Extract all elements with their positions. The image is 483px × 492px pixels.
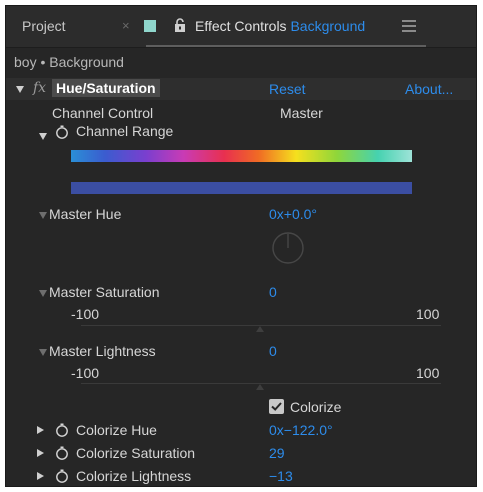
lock-icon[interactable] (174, 18, 186, 32)
master-saturation-max: 100 (416, 306, 440, 322)
channel-range-expand-triangle-icon[interactable] (39, 133, 47, 140)
colorize-checkbox[interactable] (269, 399, 284, 414)
channel-control-dropdown[interactable]: Master (280, 105, 323, 121)
master-hue-expand-triangle-icon[interactable] (39, 212, 47, 219)
master-hue-value[interactable]: 0x+0.0° (269, 206, 317, 222)
colorize-lightness-expand-triangle-icon[interactable] (37, 472, 44, 480)
reset-button[interactable]: Reset (269, 81, 306, 97)
tab-effect-controls-layer: Background (290, 18, 366, 34)
panel-menu-icon[interactable] (402, 20, 416, 32)
panel-tab-bar: Project × Effect Controls Background (6, 6, 476, 48)
master-lightness-max: 100 (416, 365, 440, 381)
master-saturation-min: -100 (71, 306, 100, 322)
master-lightness-label: Master Lightness (49, 343, 156, 359)
colorize-hue-label: Colorize Hue (76, 422, 157, 438)
stopwatch-icon[interactable] (55, 446, 69, 460)
master-hue-label: Master Hue (49, 206, 122, 222)
master-saturation-label: Master Saturation (49, 284, 160, 300)
active-tab-indicator (146, 45, 426, 47)
effect-expand-triangle-icon[interactable] (16, 86, 24, 93)
colorize-hue-value[interactable]: 0x−122.0° (269, 422, 333, 438)
checkmark-icon (271, 402, 282, 411)
tab-effect-controls[interactable]: Effect Controls Background (195, 18, 365, 34)
tab-project[interactable]: Project (22, 18, 66, 34)
tab-effect-controls-label: Effect Controls (195, 18, 287, 34)
channel-range-spectrum-bar (71, 150, 412, 162)
master-lightness-value[interactable]: 0 (269, 343, 277, 359)
stopwatch-icon[interactable] (55, 125, 69, 139)
close-tab-icon[interactable]: × (122, 18, 130, 33)
colorize-lightness-label: Colorize Lightness (76, 468, 192, 484)
master-saturation-value[interactable]: 0 (269, 284, 277, 300)
master-lightness-expand-triangle-icon[interactable] (39, 349, 47, 356)
master-saturation-slider-knob[interactable] (256, 326, 264, 332)
stopwatch-icon[interactable] (55, 423, 69, 437)
channel-range-result-bar (71, 182, 412, 194)
colorize-saturation-label: Colorize Saturation (76, 445, 196, 461)
colorize-hue-expand-triangle-icon[interactable] (37, 426, 44, 434)
master-hue-dial-icon[interactable] (271, 231, 305, 265)
about-link[interactable]: About... (405, 81, 453, 97)
breadcrumb: boy • Background (14, 54, 124, 70)
colorize-label: Colorize (290, 399, 342, 415)
colorize-lightness-value[interactable]: −13 (269, 468, 293, 484)
colorize-saturation-value[interactable]: 29 (269, 445, 285, 461)
master-saturation-expand-triangle-icon[interactable] (39, 290, 47, 297)
master-lightness-min: -100 (71, 365, 100, 381)
effect-name[interactable]: Hue/Saturation (52, 79, 160, 97)
channel-range-label: Channel Range (76, 123, 174, 139)
layer-color-swatch-icon (144, 20, 156, 32)
channel-control-label: Channel Control (52, 105, 154, 121)
fx-toggle-icon[interactable]: fx (33, 80, 46, 96)
colorize-saturation-expand-triangle-icon[interactable] (37, 449, 44, 457)
stopwatch-icon[interactable] (55, 469, 69, 483)
effect-controls-panel: Project × Effect Controls Background boy… (5, 5, 477, 487)
master-lightness-slider-knob[interactable] (256, 384, 264, 390)
